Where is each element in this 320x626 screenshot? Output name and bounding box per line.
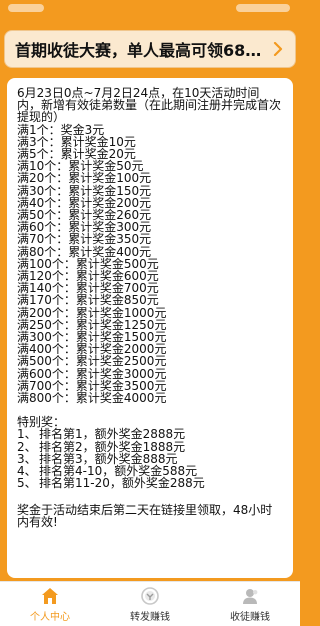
special-award-item: 5、 排名第11-20，额外奖金288元 [17,477,283,489]
nav-label: 收徒赚钱 [230,611,270,623]
home-icon [42,587,58,604]
chevron-right-icon [271,42,285,56]
bottom-nav: 个人中心 转发赚钱 收徒赚钱 [0,581,300,626]
reward-tier-item: 满1个：奖金3元 [17,122,105,137]
rules-content-card: 6月23日0点~7月2日24点，在10天活动时间内，新增有效徒弟数量（在此期间注… [7,78,293,578]
reward-tier-item: 满80个：累计奖金400元 [17,244,152,259]
reward-tier-list: 满1个：奖金3元 满3个：累计奖金10元 满5个：累计奖金20元 满10个：累计… [17,122,283,406]
special-award-index: 1、 [17,427,37,442]
recruit-apprentice-icon [243,588,258,604]
nav-item-personal-center[interactable]: 个人中心 [0,582,100,626]
status-bar-right-indicators [236,4,290,12]
status-bar [0,0,300,22]
reward-tier-item: 满800个：累计奖金4000元 [17,391,167,406]
reward-tier-item: 满30个：累计奖金150元 [17,183,152,198]
nav-label: 个人中心 [30,611,70,623]
nav-item-share-earn[interactable]: 转发赚钱 [100,582,200,626]
reward-tier-item: 满70个：累计奖金350元 [17,232,152,247]
rules-intro: 6月23日0点~7月2日24点，在10天活动时间内，新增有效徒弟数量（在此期间注… [17,86,282,125]
claim-notice: 奖金于活动结束后第二天在链接里领取，48小时内有效! [17,502,273,529]
promo-banner[interactable]: 首期收徒大赛，单人最高可领6888元! [4,30,296,68]
special-award-list: 1、 排名第1，额外奖金2888元 2、 排名第2，额外奖金1888元 3、 排名第3… [17,428,283,489]
nav-label: 转发赚钱 [130,611,170,623]
share-earn-icon [141,586,159,605]
special-award-text: 排名第11-20，额外奖金288元 [39,476,205,491]
reward-tier-item: 满20个：累计奖金100元 [17,171,152,186]
promo-banner-title: 首期收徒大赛，单人最高可领6888元! [15,41,271,60]
reward-tier-item: 满170个：累计奖金850元 [17,293,159,308]
special-award-index: 5、 [17,476,37,491]
status-bar-left-indicators [8,4,44,12]
reward-tier-item: 满500个：累计奖金2500元 [17,354,167,369]
nav-item-recruit-earn[interactable]: 收徒赚钱 [200,582,300,626]
